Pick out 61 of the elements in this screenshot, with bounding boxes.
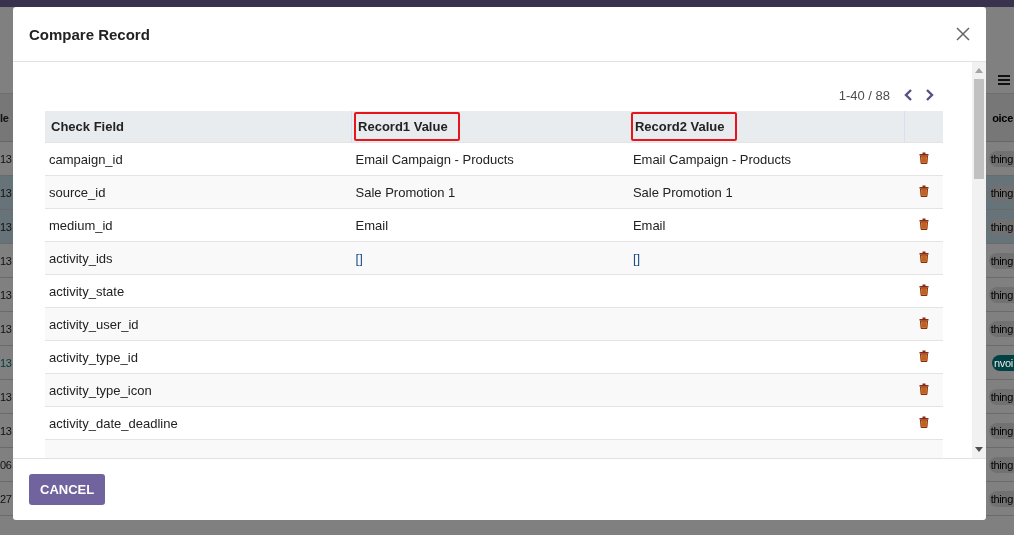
table-cell: 13 [0,186,12,199]
trash-icon[interactable] [918,283,929,296]
column-header: le [0,111,9,124]
pager-count: 1-40 / 88 [838,87,890,103]
table-cell: source_id [45,175,352,209]
status-badge: thing [988,218,1014,235]
table-cell: Sale Promotion 1 [355,184,456,200]
trash-icon[interactable] [918,349,929,362]
dialog-title: Compare Record [29,26,150,43]
table-cell: 13 [0,356,12,369]
table-cell: Email Campaign - Products [632,151,792,167]
status-badge: thing [988,252,1014,269]
column-header: Record2 Value [628,111,905,143]
trash-icon[interactable] [918,415,929,428]
table-cell: 13 [0,288,12,301]
trash-icon[interactable] [918,217,929,230]
table-cell: Email [355,217,389,233]
status-badge: thing [988,286,1014,303]
table-cell: activity_user_id [45,307,352,341]
status-badge: thing [988,456,1014,473]
column-header: Record1 Value [351,111,629,143]
column-header: Check Field [45,111,352,143]
table-cell: 13 [0,220,12,233]
status-badge: thing [988,150,1014,167]
column-header: oice [992,111,1013,124]
status-badge: thing [988,490,1014,507]
cancel-button[interactable]: CANCEL [29,474,106,505]
table-cell: 13 [0,390,12,403]
trash-icon[interactable] [918,184,929,197]
table-cell: Email Campaign - Products [355,151,514,167]
table-cell: 27 [0,492,12,505]
close-icon[interactable] [956,27,970,41]
table-cell: [] [355,250,363,266]
table-cell: 13 [0,322,12,335]
trash-icon[interactable] [918,316,929,329]
table-cell: activity_state [45,274,352,308]
table-cell: medium_id [45,208,352,242]
trash-icon[interactable] [918,382,929,395]
table-cell: [] [632,250,641,266]
previous-icon[interactable] [904,89,914,101]
status-badge: thing [988,422,1014,439]
table-cell: Email [632,217,666,233]
table-cell: 13 [0,424,12,437]
table-cell: activity_date_deadline [45,406,352,440]
table-cell: activity_type_icon [45,373,352,407]
table-cell: activity_ids [45,241,352,275]
list-view-icon[interactable] [998,74,1010,86]
scrollbar[interactable] [972,62,986,458]
status-badge: thing [988,184,1014,201]
trash-icon[interactable] [918,250,929,263]
table-cell: 06 [0,458,12,471]
table-cell: 13 [0,254,12,267]
status-badge: nvoi [992,354,1014,371]
table-cell: Sale Promotion 1 [632,184,733,200]
table-cell: campaign_id [45,142,352,176]
table-cell: 13 [0,152,12,165]
table-cell: activity_type_id [45,340,352,374]
next-icon[interactable] [924,89,934,101]
trash-icon[interactable] [918,151,929,164]
status-badge: thing [988,388,1014,405]
status-badge: thing [988,320,1014,337]
